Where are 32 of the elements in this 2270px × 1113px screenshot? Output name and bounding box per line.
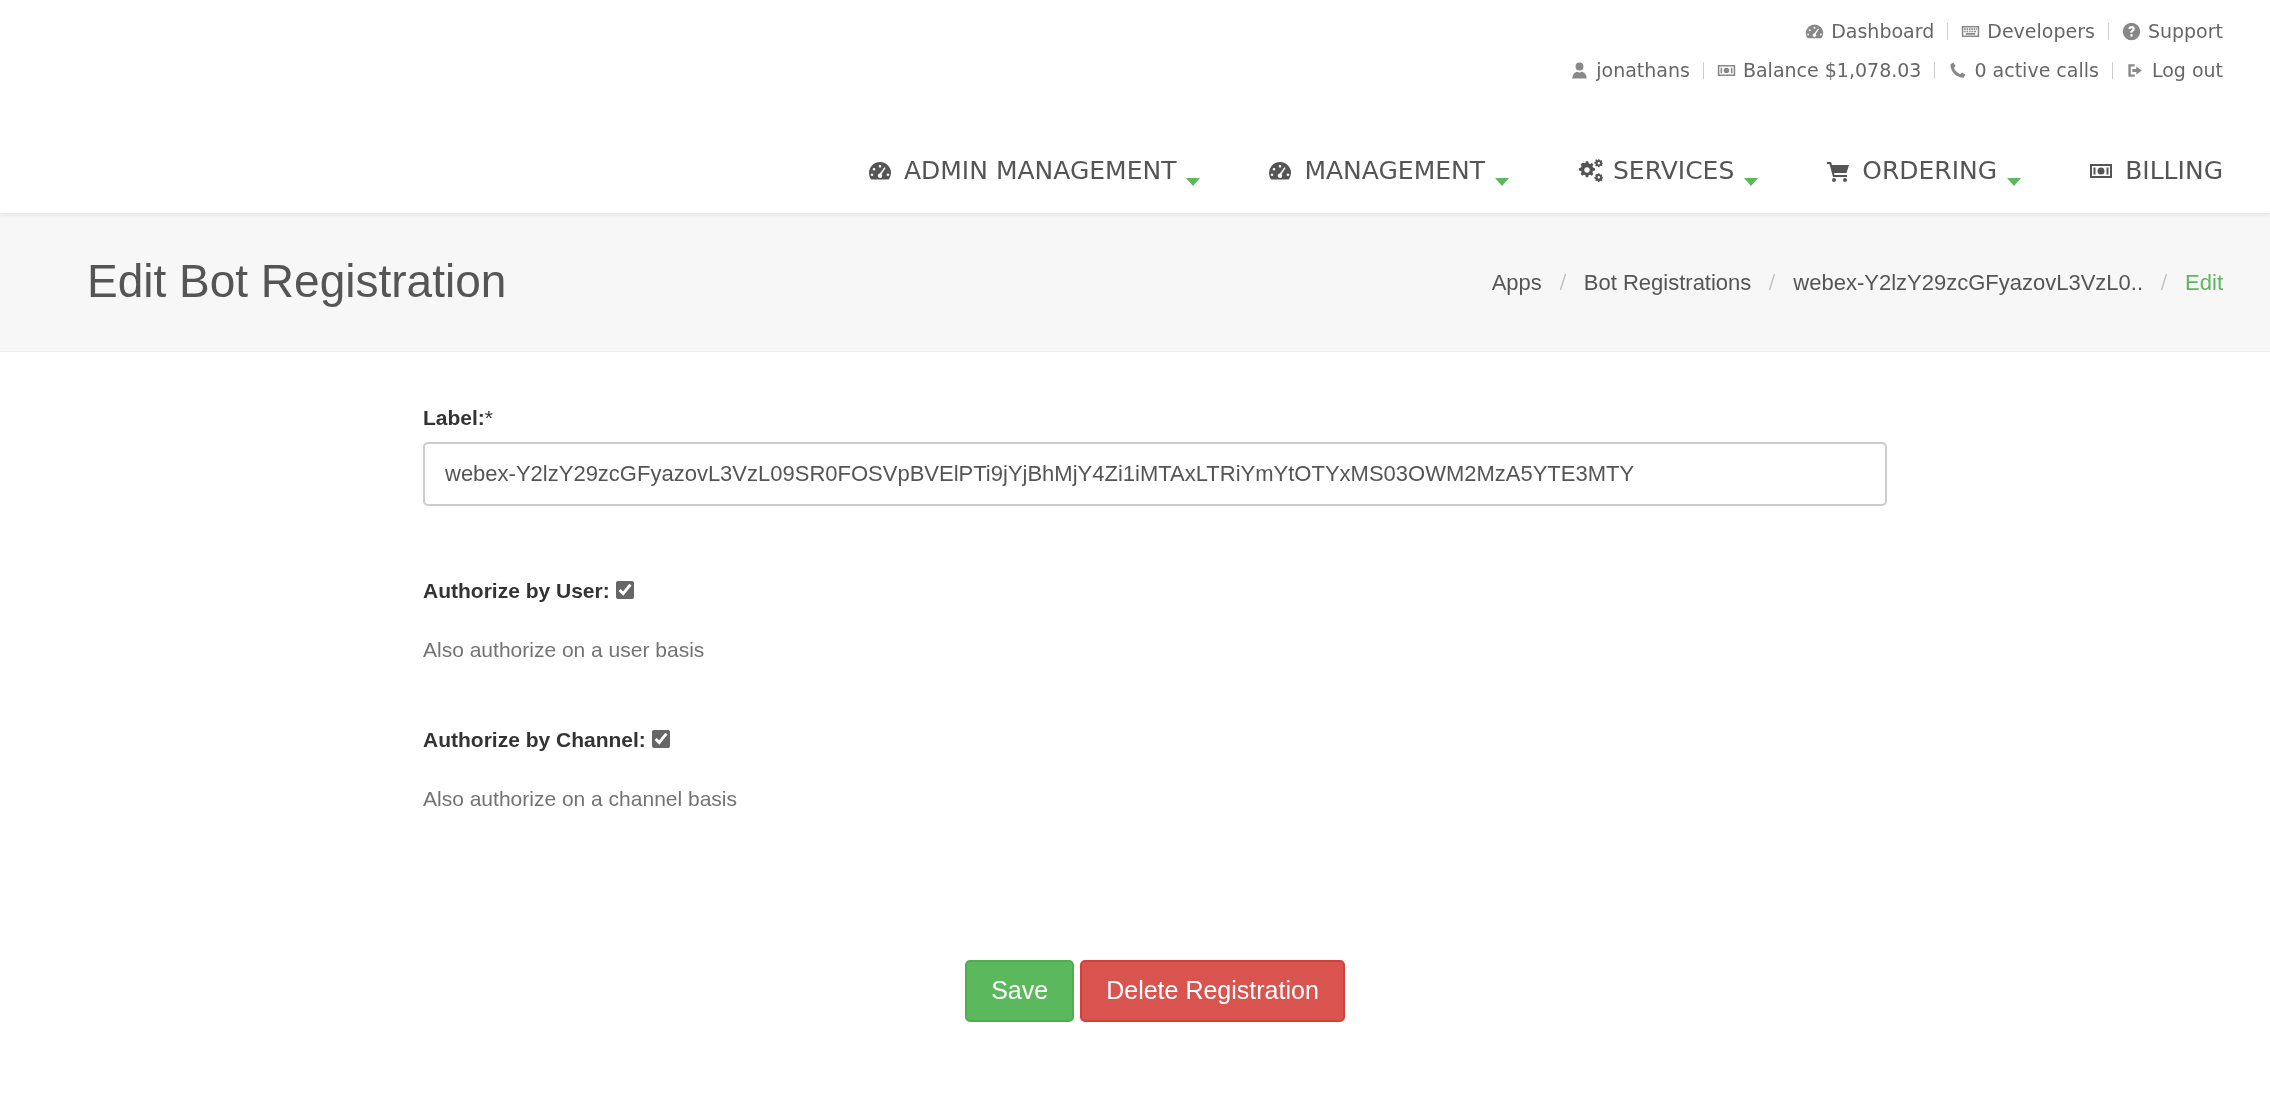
breadcrumb-separator-icon [1768, 273, 1777, 291]
checkbox[interactable] [615, 580, 634, 599]
checkbox-label: Authorize by User: [423, 574, 1887, 606]
breadcrumb-separator-icon [1558, 273, 1567, 291]
nav-menu-item[interactable]: BILLING [2021, 152, 2223, 190]
nav-menu-item[interactable]: ADMIN MANAGEMENT [799, 152, 1201, 190]
top-link[interactable]: Dashboard [1805, 22, 1935, 41]
top-link[interactable]: Balance $1,078.03 [1716, 61, 1922, 80]
top-link[interactable]: 0 active calls [1948, 61, 2099, 80]
top-link[interactable]: Developers [1961, 22, 2095, 41]
phone-icon [1948, 61, 1968, 80]
top-link[interactable]: Log out [2125, 61, 2223, 80]
breadcrumb-link[interactable]: webex-Y2lzY29zcGFyazovL3VzL0.. [1793, 265, 2144, 299]
help-icon [2121, 22, 2141, 41]
help-text: Also authorize on a channel basis [423, 786, 739, 812]
breadcrumb-link[interactable]: Bot Registrations [1583, 265, 1752, 299]
top-link[interactable]: jonathans [1570, 61, 1690, 80]
checkbox[interactable] [651, 729, 670, 748]
logout-icon [2125, 61, 2145, 80]
text-input-field[interactable]: webex-Y2lzY29zcGFyazovL3VzL09SR0FOSVpBVElPTi9jYjBhMjY4Zi1iMTAxLTRiYmYtOTYxMS03OWM2MzA5YTE3MTY [423, 441, 1887, 506]
page-title: Edit Bot Registration [87, 254, 507, 310]
dashboard-icon [1805, 22, 1825, 41]
checkbox-label: Authorize by Channel: [423, 723, 1887, 755]
top-link[interactable]: Support [2121, 22, 2223, 41]
delete-button[interactable]: Delete Registration [1080, 959, 1345, 1022]
field-label: Label:* [423, 405, 495, 431]
nav-menu-item[interactable]: ORDERING [1758, 152, 2022, 190]
breadcrumb-separator-icon [2160, 273, 2169, 291]
breadcrumb-link[interactable]: Apps [1491, 265, 1542, 299]
nav-menu-item[interactable]: SERVICES [1509, 152, 1759, 190]
nav-menu-item[interactable]: MANAGEMENT [1200, 152, 1509, 190]
help-text: Also authorize on a user basis [423, 637, 706, 663]
